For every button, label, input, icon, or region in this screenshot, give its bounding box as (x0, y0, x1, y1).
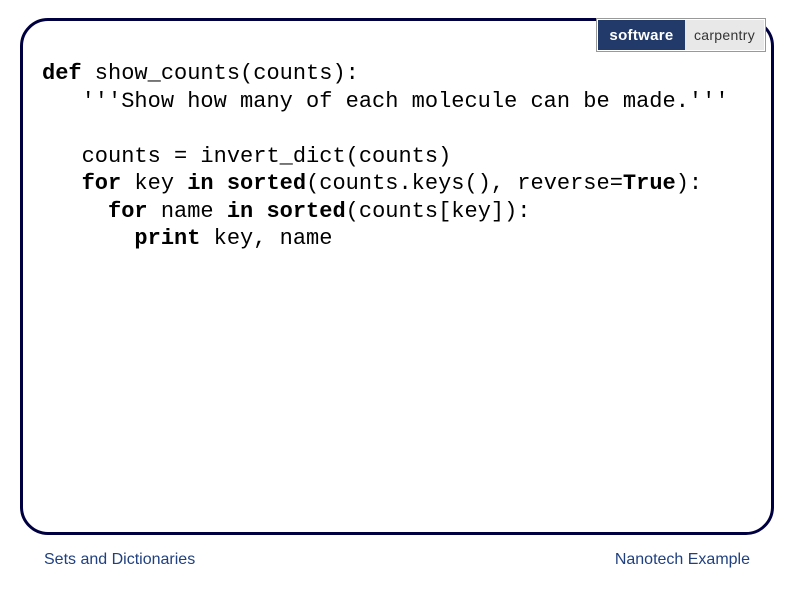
code-l5d (214, 171, 227, 196)
kw-sorted2: sorted (266, 199, 345, 224)
kw-for2: for (108, 199, 148, 224)
code-l6f: (counts[key]): (346, 199, 531, 224)
code-line1-rest: show_counts(counts): (82, 61, 359, 86)
footer-left: Sets and Dictionaries (44, 551, 195, 569)
code-l6b: name (148, 199, 227, 224)
code-l5f: (counts.keys(), reverse= (306, 171, 623, 196)
code-block: def show_counts(counts): '''Show how man… (42, 60, 774, 253)
kw-in1: in (187, 171, 213, 196)
kw-sorted1: sorted (227, 171, 306, 196)
code-l5h: ): (676, 171, 702, 196)
code-line2: '''Show how many of each molecule can be… (82, 89, 729, 114)
kw-in2: in (227, 199, 253, 224)
logo-left-text: software (598, 20, 685, 50)
kw-def: def (42, 61, 82, 86)
footer-right: Nanotech Example (615, 551, 750, 569)
code-line4: counts = invert_dict(counts) (82, 144, 452, 169)
kw-true: True (623, 171, 676, 196)
code-l6d (253, 199, 266, 224)
code-l7b: key, name (200, 226, 332, 251)
code-l5b: key (121, 171, 187, 196)
kw-print: print (134, 226, 200, 251)
logo-right-text: carpentry (685, 20, 764, 50)
logo: software carpentry (596, 18, 766, 52)
kw-for1: for (82, 171, 122, 196)
